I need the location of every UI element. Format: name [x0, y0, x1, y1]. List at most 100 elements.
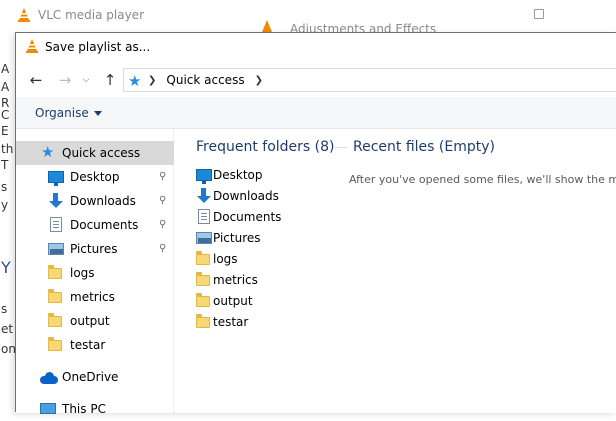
organise-label: Organise	[35, 106, 89, 120]
nav-item-label: Desktop	[70, 170, 120, 184]
up-button[interactable]: ↑	[100, 70, 120, 90]
nav-item-testar[interactable]: testar	[16, 333, 174, 357]
pin-icon[interactable]: ⚲	[159, 171, 166, 182]
nav-item-downloads[interactable]: Downloads ⚲	[16, 189, 174, 213]
documents-icon	[196, 209, 212, 225]
background-text: s	[1, 180, 8, 194]
cloud-icon	[40, 369, 58, 385]
nav-item-label: testar	[70, 338, 106, 352]
folder-icon	[196, 272, 212, 288]
frequent-folder-item[interactable]: Pictures	[196, 228, 336, 249]
background-text: y	[1, 198, 9, 212]
nav-item-label: OneDrive	[62, 370, 119, 384]
desktop-icon	[196, 167, 212, 184]
dialog-title: Save playlist as...	[45, 40, 151, 54]
navigation-pane: ★ Quick access Desktop ⚲ Downloads ⚲ Doc…	[16, 129, 174, 416]
folder-icon	[48, 265, 64, 281]
nav-item-onedrive[interactable]: OneDrive	[16, 365, 174, 389]
folder-icon	[196, 314, 212, 330]
background-text: A	[1, 80, 10, 94]
background-text: C	[1, 108, 10, 122]
pin-icon[interactable]: ⚲	[159, 195, 166, 206]
frequent-folder-label: testar	[213, 315, 249, 329]
vlc-window-title: VLC media player	[38, 8, 145, 22]
pictures-icon	[196, 230, 212, 246]
pin-icon[interactable]: ⚲	[159, 219, 166, 230]
folder-icon	[48, 337, 64, 353]
star-icon: ★	[128, 72, 142, 90]
vlc-restore-button[interactable]	[534, 9, 544, 19]
address-bar[interactable]: ★ ❯ Quick access ❯	[123, 68, 616, 92]
nav-item-label: Downloads	[70, 194, 136, 208]
folder-icon	[48, 313, 64, 329]
vlc-cone-icon	[25, 39, 39, 57]
pc-icon	[40, 401, 56, 417]
nav-item-label: Quick access	[62, 146, 141, 160]
pictures-icon	[48, 241, 64, 257]
forward-button[interactable]: →	[55, 70, 75, 90]
vlc-cone-icon	[17, 8, 31, 26]
background-text: E	[1, 124, 9, 138]
caret-down-icon	[93, 110, 102, 116]
downloads-icon	[48, 193, 64, 209]
frequent-folder-label: Pictures	[213, 231, 261, 245]
frequent-folder-item[interactable]: metrics	[196, 270, 336, 291]
background-text: A	[1, 62, 10, 76]
frequent-folder-item[interactable]: Documents	[196, 207, 336, 228]
frequent-folder-label: Documents	[213, 210, 282, 224]
content-pane: Frequent folders (8) Recent files (Empty…	[175, 129, 616, 413]
folder-icon	[196, 293, 212, 309]
nav-item-logs[interactable]: logs	[16, 261, 174, 285]
pin-icon[interactable]: ⚲	[159, 243, 166, 254]
save-playlist-dialog: Save playlist as... ← → ⌵ ↑ ★ ❯ Quick ac…	[15, 32, 616, 416]
background-text: Y	[1, 258, 11, 277]
frequent-folders-header[interactable]: Frequent folders (8)	[196, 139, 335, 155]
nav-item-output[interactable]: output	[16, 309, 174, 333]
downloads-icon	[196, 188, 212, 204]
star-icon: ★	[41, 143, 55, 161]
back-button[interactable]: ←	[26, 70, 46, 90]
navigation-row: ← → ⌵ ↑ ★ ❯ Quick access ❯	[16, 63, 616, 97]
documents-icon	[48, 217, 64, 233]
frequent-folder-item[interactable]: logs	[196, 249, 336, 270]
nav-item-label: logs	[70, 266, 95, 280]
background-text: et	[1, 322, 14, 336]
nav-item-desktop[interactable]: Desktop ⚲	[16, 165, 174, 189]
frequent-folder-label: output	[213, 294, 253, 308]
background-text: th	[1, 142, 14, 156]
nav-item-label: metrics	[70, 290, 115, 304]
recent-files-header[interactable]: Recent files (Empty)	[353, 139, 495, 155]
frequent-folder-item[interactable]: Downloads	[196, 186, 336, 207]
recent-files-empty-message: After you've opened some files, we'll sh…	[349, 173, 616, 186]
nav-item-label: Documents	[70, 218, 139, 232]
desktop-icon	[48, 169, 64, 186]
chevron-right-icon[interactable]: ❯	[148, 75, 156, 86]
breadcrumb-location[interactable]: Quick access	[166, 73, 244, 87]
background-text: s	[1, 302, 8, 316]
nav-item-metrics[interactable]: metrics	[16, 285, 174, 309]
nav-item-documents[interactable]: Documents ⚲	[16, 213, 174, 237]
frequent-folder-item[interactable]: output	[196, 291, 336, 312]
dialog-titlebar: Save playlist as...	[16, 33, 616, 63]
chevron-right-icon[interactable]: ❯	[255, 75, 263, 86]
organise-menu-button[interactable]: Organise	[35, 106, 102, 120]
nav-item-label: Pictures	[70, 242, 118, 256]
nav-item-pictures[interactable]: Pictures ⚲	[16, 237, 174, 261]
frequent-folder-item[interactable]: testar	[196, 312, 336, 333]
nav-item-label: This PC	[62, 402, 106, 416]
frequent-folder-label: logs	[213, 252, 238, 266]
folder-icon	[196, 251, 212, 267]
frequent-folder-item[interactable]: Desktop	[196, 165, 336, 186]
frequent-folder-label: Downloads	[213, 189, 279, 203]
background-text: on	[1, 342, 16, 356]
nav-item-this-pc[interactable]: This PC	[16, 397, 174, 421]
toolbar: Organise	[16, 97, 616, 129]
frequent-folder-label: Desktop	[213, 168, 263, 182]
frequent-folder-label: metrics	[213, 273, 258, 287]
recent-locations-chevron-icon[interactable]: ⌵	[79, 70, 93, 90]
group-divider	[333, 147, 347, 148]
folder-icon	[48, 289, 64, 305]
nav-item-quick-access[interactable]: ★ Quick access	[16, 141, 174, 165]
background-text: T	[1, 158, 9, 172]
nav-item-label: output	[70, 314, 110, 328]
